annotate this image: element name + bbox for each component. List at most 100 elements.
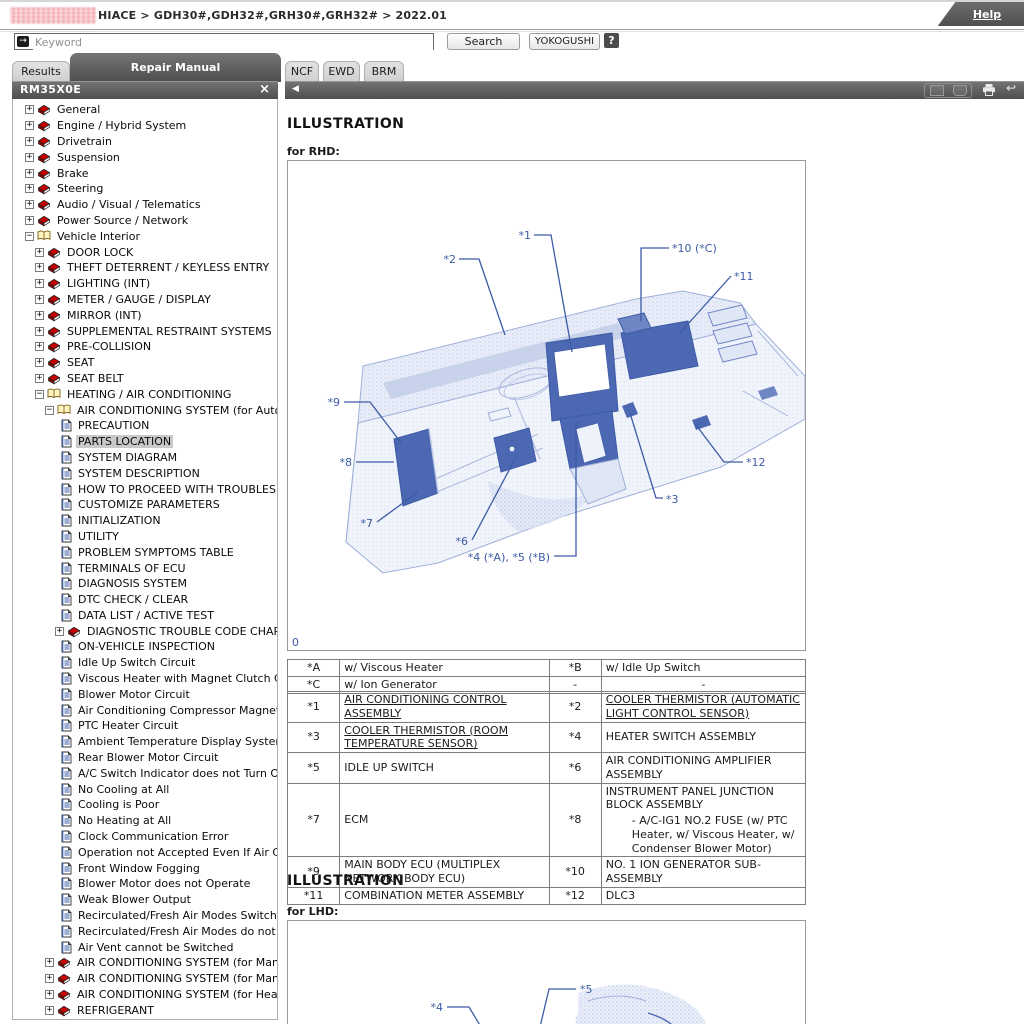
search-input[interactable] [33, 34, 433, 51]
collapse-icon[interactable]: − [35, 390, 44, 399]
tree-item[interactable]: +Drivetrain [13, 134, 277, 150]
tree-item[interactable]: +AIR CONDITIONING SYSTEM (for Heater Sys… [13, 987, 277, 1003]
expand-icon[interactable]: + [45, 974, 54, 983]
back-icon[interactable]: ↩ [1006, 81, 1016, 95]
tree-item[interactable]: No Heating at All [13, 813, 277, 829]
tree-item[interactable]: PROBLEM SYMPTOMS TABLE [13, 544, 277, 560]
collapse-sidebar-icon[interactable]: ◀ [292, 84, 299, 94]
tree-item[interactable]: UTILITY [13, 529, 277, 545]
tab-ewd[interactable]: EWD [323, 61, 360, 82]
tree-item[interactable]: SYSTEM DESCRIPTION [13, 465, 277, 481]
tree-item[interactable]: Idle Up Switch Circuit [13, 655, 277, 671]
part-link[interactable]: AIR CONDITIONING CONTROL ASSEMBLY [344, 693, 506, 720]
tree-item[interactable]: +SEAT BELT [13, 371, 277, 387]
tree-item[interactable]: +Audio / Visual / Telematics [13, 197, 277, 213]
close-icon[interactable]: × [259, 82, 270, 98]
expand-icon[interactable]: + [25, 169, 34, 178]
expand-icon[interactable]: + [45, 990, 54, 999]
expand-icon[interactable]: + [35, 295, 44, 304]
search-help-icon[interactable]: ? [604, 33, 619, 48]
expand-icon[interactable]: + [55, 627, 64, 636]
tree-item[interactable]: Clock Communication Error [13, 829, 277, 845]
expand-icon[interactable]: + [25, 216, 34, 225]
tree-item[interactable]: +Power Source / Network [13, 213, 277, 229]
tree-item[interactable]: Operation not Accepted Even If Air Condi… [13, 844, 277, 860]
tab-repair-manual[interactable]: Repair Manual [70, 53, 281, 82]
expand-icon[interactable]: + [35, 263, 44, 272]
tree-item[interactable]: +Engine / Hybrid System [13, 118, 277, 134]
tree-item[interactable]: HOW TO PROCEED WITH TROUBLESHOOTING [13, 481, 277, 497]
tree-item[interactable]: CUSTOMIZE PARAMETERS [13, 497, 277, 513]
expand-icon[interactable]: + [35, 279, 44, 288]
tree-item[interactable]: Recirculated/Fresh Air Modes do not Swit… [13, 923, 277, 939]
tree-item[interactable]: +LIGHTING (INT) [13, 276, 277, 292]
tree-item[interactable]: +SUPPLEMENTAL RESTRAINT SYSTEMS [13, 323, 277, 339]
expand-icon[interactable]: + [45, 958, 54, 967]
yokogushi-button[interactable]: YOKOGUSHI [529, 33, 600, 50]
part-link[interactable]: COOLER THERMISTOR (AUTOMATIC LIGHT CONTR… [606, 693, 800, 720]
tree-item[interactable]: DATA LIST / ACTIVE TEST [13, 608, 277, 624]
tree-item[interactable]: −Vehicle Interior [13, 228, 277, 244]
expand-icon[interactable]: + [25, 105, 34, 114]
tab-brm[interactable]: BRM [364, 61, 404, 82]
expand-icon[interactable]: + [35, 311, 44, 320]
description-cell[interactable]: COOLER THERMISTOR (AUTOMATIC LIGHT CONTR… [601, 692, 805, 723]
tree-item[interactable]: PARTS LOCATION [13, 434, 277, 450]
tree-item[interactable]: A/C Switch Indicator does not Turn On [13, 765, 277, 781]
tree-item[interactable]: +THEFT DETERRENT / KEYLESS ENTRY [13, 260, 277, 276]
tree-item[interactable]: No Cooling at All [13, 781, 277, 797]
tree-item[interactable]: +MIRROR (INT) [13, 307, 277, 323]
tree-item[interactable]: +PRE-COLLISION [13, 339, 277, 355]
tree-item[interactable]: PRECAUTION [13, 418, 277, 434]
tree-item[interactable]: Blower Motor does not Operate [13, 876, 277, 892]
tree-item[interactable]: DIAGNOSIS SYSTEM [13, 576, 277, 592]
tree-item[interactable]: DTC CHECK / CLEAR [13, 592, 277, 608]
description-cell[interactable]: AIR CONDITIONING CONTROL ASSEMBLY [340, 692, 549, 723]
tree-item[interactable]: Recirculated/Fresh Air Modes Switch with… [13, 908, 277, 924]
tree-item[interactable]: +REFRIGERANT [13, 1002, 277, 1018]
tree-item[interactable]: Weak Blower Output [13, 892, 277, 908]
part-link[interactable]: COOLER THERMISTOR (ROOM TEMPERATURE SENS… [344, 724, 508, 751]
tree-item[interactable]: +DIAGNOSTIC TROUBLE CODE CHART [13, 623, 277, 639]
tree-item[interactable]: Air Conditioning Compressor Magnetic Clu… [13, 702, 277, 718]
tree-item[interactable]: Viscous Heater with Magnet Clutch Circui… [13, 671, 277, 687]
tree-item[interactable]: +SEAT [13, 355, 277, 371]
help-button[interactable]: Help [936, 2, 1024, 26]
expand-icon[interactable]: + [45, 1006, 54, 1015]
expand-icon[interactable]: + [35, 327, 44, 336]
tree-item[interactable]: PTC Heater Circuit [13, 718, 277, 734]
search-button[interactable]: Search [447, 33, 520, 50]
expand-icon[interactable]: + [35, 374, 44, 383]
tree-item[interactable]: +METER / GAUGE / DISPLAY [13, 292, 277, 308]
expand-icon[interactable]: + [25, 153, 34, 162]
tab-ncf[interactable]: NCF [285, 61, 319, 82]
expand-icon[interactable]: + [35, 342, 44, 351]
tree-item[interactable]: Front Window Fogging [13, 860, 277, 876]
tree-item[interactable]: +AIR CONDITIONING SYSTEM (for Manual Coo… [13, 971, 277, 987]
tree-item[interactable]: −HEATING / AIR CONDITIONING [13, 386, 277, 402]
tree-item[interactable]: SYSTEM DIAGRAM [13, 450, 277, 466]
description-cell[interactable]: COOLER THERMISTOR (ROOM TEMPERATURE SENS… [340, 722, 549, 753]
page-view-icon[interactable] [930, 85, 944, 96]
expand-icon[interactable]: + [25, 137, 34, 146]
collapse-icon[interactable]: − [25, 232, 34, 241]
tree-item[interactable]: TERMINALS OF ECU [13, 560, 277, 576]
tree-item[interactable]: +Steering [13, 181, 277, 197]
tree-item[interactable]: ON-VEHICLE INSPECTION [13, 639, 277, 655]
tree-item[interactable]: +Brake [13, 165, 277, 181]
tab-results[interactable]: Results [12, 61, 70, 82]
collapse-icon[interactable]: − [45, 406, 54, 415]
expand-icon[interactable]: + [25, 200, 34, 209]
tree-item[interactable]: +AIR CONDITIONING SYSTEM (for Manual Air… [13, 955, 277, 971]
expand-icon[interactable]: + [25, 121, 34, 130]
tree-item[interactable]: Air Vent cannot be Switched [13, 939, 277, 955]
tree-item[interactable]: −AIR CONDITIONING SYSTEM (for Automatic … [13, 402, 277, 418]
expand-icon[interactable]: + [25, 184, 34, 193]
tree-item[interactable]: +Suspension [13, 149, 277, 165]
tree-item[interactable]: +DOOR LOCK [13, 244, 277, 260]
tree-item[interactable]: Cooling is Poor [13, 797, 277, 813]
tree-item[interactable]: Blower Motor Circuit [13, 686, 277, 702]
expand-icon[interactable]: + [35, 248, 44, 257]
tree-item[interactable]: +General [13, 102, 277, 118]
tree-item[interactable]: Ambient Temperature Display System [13, 734, 277, 750]
